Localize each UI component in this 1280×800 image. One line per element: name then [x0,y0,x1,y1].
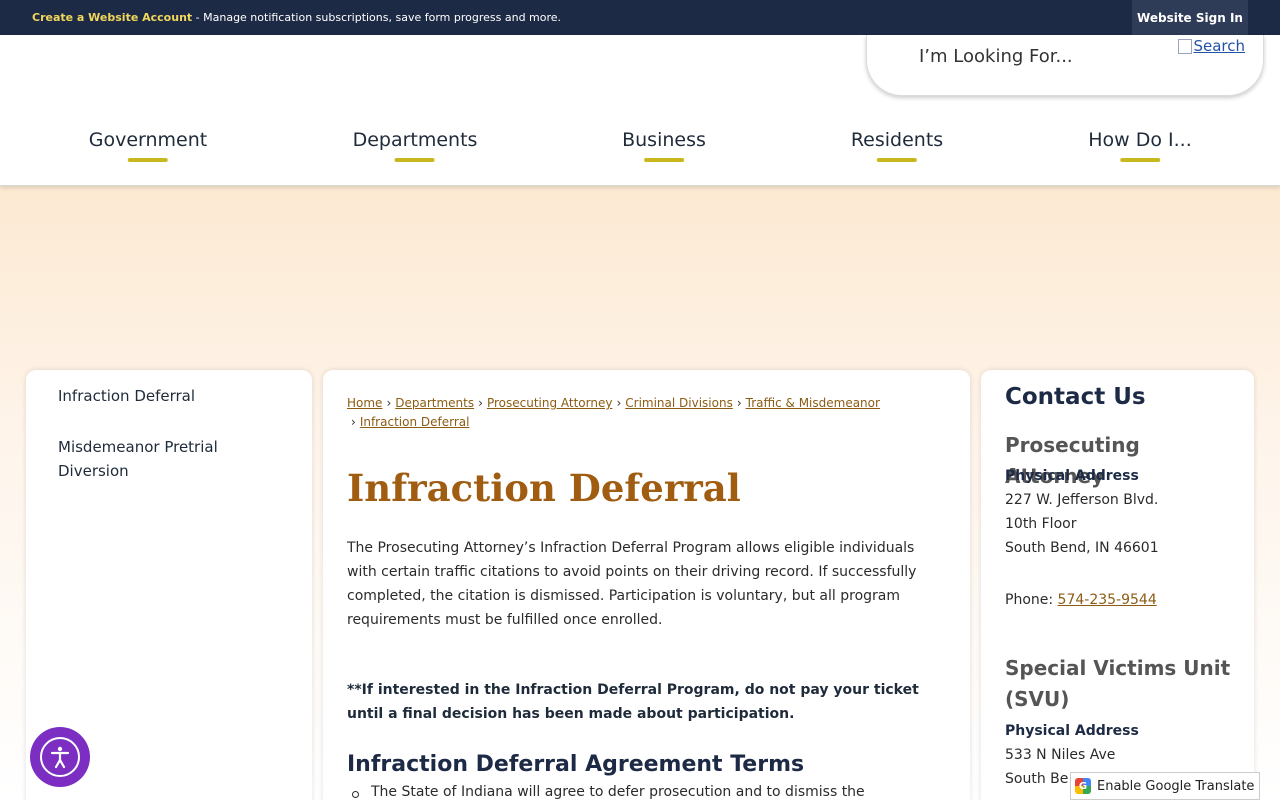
list-item: The State of Indiana will agree to defer… [352,784,941,800]
nav-how-do-i[interactable]: How Do I... [1088,129,1192,162]
breadcrumb-separator: › [351,415,356,429]
website-sign-in-button[interactable]: Website Sign In [1132,0,1248,35]
breadcrumb: Home › Departments › Prosecuting Attorney › Cr… [347,394,947,432]
nav-label: How Do I... [1088,129,1192,151]
nav-underline [128,158,168,162]
google-icon: G [1075,778,1091,794]
breadcrumb-traffic-misdemeanor[interactable]: Traffic & Misdemeanor [746,396,880,410]
accessibility-button[interactable] [30,727,90,787]
address-line: South Bend, IN 46601 [1005,540,1159,556]
address-label: Physical Address [1005,723,1139,739]
breadcrumb-separator: › [478,396,483,410]
sidebar-item-misdemeanor-pretrial-diversion[interactable]: Misdemeanor Pretrial Diversion [58,435,248,483]
main-nav: Government Departments Business Resident… [0,119,1280,164]
page-title: Infraction Deferral [347,466,741,510]
address-line: South Be [1005,771,1069,787]
nav-residents[interactable]: Residents [851,129,943,162]
search-button[interactable]: Search [1178,37,1245,55]
nav-government[interactable]: Government [88,129,208,162]
dept-name: Special Victims Unit (SVU) [1005,656,1231,711]
nav-underline [643,158,684,162]
breadcrumb-criminal-divisions[interactable]: Criminal Divisions [625,396,733,410]
breadcrumb-separator: › [386,396,392,410]
breadcrumb-separator: › [616,396,622,410]
site-header: I’m Looking For... Search Government Dep… [0,35,1280,186]
search-button-label: Search [1193,37,1245,55]
bullet-icon [352,791,359,798]
breadcrumb-home[interactable]: Home [347,396,382,410]
broken-image-icon [1178,38,1193,54]
phone-link[interactable]: 574-235-9544 [1058,592,1157,608]
intro-paragraph: The Prosecuting Attorney’s Infraction De… [347,540,917,628]
breadcrumb-infraction-deferral[interactable]: Infraction Deferral [360,415,470,429]
breadcrumb-separator: › [736,396,742,410]
list-item-text: The State of Indiana will agree to defer… [371,784,865,800]
nav-underline [1119,158,1160,162]
address-label: Physical Address [1005,468,1139,484]
contact-heading: Contact Us [1005,384,1146,410]
google-translate-button[interactable]: G Enable Google Translate [1070,772,1260,800]
breadcrumb-prosecuting-attorney[interactable]: Prosecuting Attorney [487,396,613,410]
accessibility-figure-icon [50,746,70,769]
address-line: 10th Floor [1005,516,1077,532]
nav-underline [395,158,435,162]
top-bar: Create a Website Account - Manage notifi… [0,0,1280,35]
nav-departments[interactable]: Departments [352,129,478,162]
nav-label: Government [88,129,208,151]
address-line: 533 N Niles Ave [1005,747,1116,763]
address-line: 227 W. Jefferson Blvd. [1005,492,1159,508]
create-account-link[interactable]: Create a Website Account [32,11,192,24]
phone-label: Phone: [1005,592,1058,608]
important-note: **If interested in the Infraction Deferr… [347,682,919,722]
accessibility-icon [40,737,80,777]
nav-business[interactable]: Business [622,129,706,162]
section-heading: Infraction Deferral Agreement Terms [347,752,805,777]
search-box: I’m Looking For... Search [866,35,1264,96]
nav-underline [876,158,917,162]
nav-label: Departments [352,129,478,151]
search-input[interactable]: I’m Looking For... [919,46,1073,67]
contact-card: Contact Us Prosecuting Attorney Physical… [981,370,1254,800]
translate-label: Enable Google Translate [1097,778,1255,794]
sidebar-item-infraction-deferral[interactable]: Infraction Deferral [58,384,278,408]
main-content: Home › Departments › Prosecuting Attorney › Cr… [323,370,970,800]
breadcrumb-departments[interactable]: Departments [395,396,474,410]
nav-label: Residents [850,129,944,151]
nav-label: Business [622,129,706,151]
account-message: Create a Website Account - Manage notifi… [32,11,561,24]
phone-line: Phone: 574-235-9544 [1005,592,1157,608]
account-message-desc: - Manage notification subscriptions, sav… [192,11,562,24]
